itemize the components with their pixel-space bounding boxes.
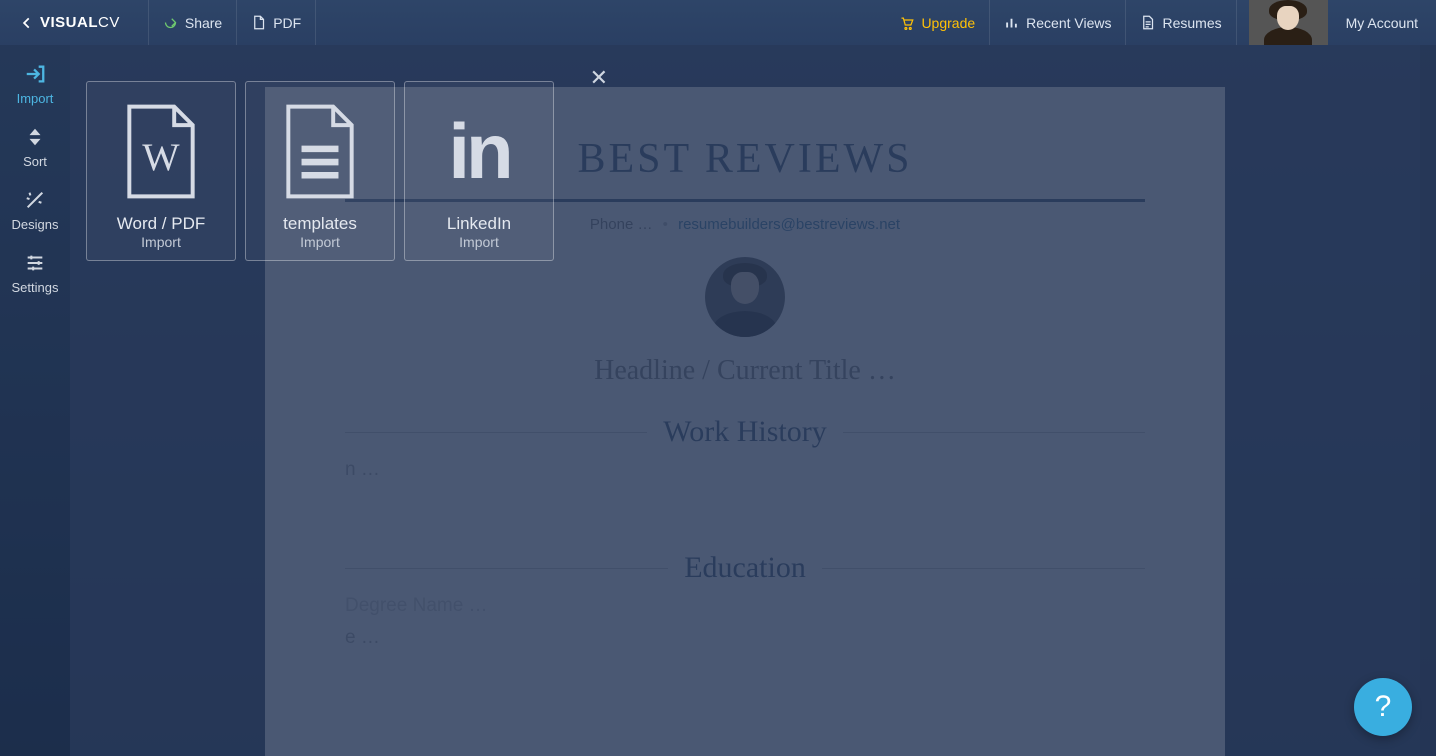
card-title: Word / PDF	[117, 214, 205, 234]
close-button[interactable]: ✕	[590, 65, 608, 91]
file-icon	[251, 15, 266, 30]
logo-text: VISUALCV	[40, 14, 120, 31]
sidebar: Import Sort Designs Settings	[0, 45, 70, 756]
card-title: templates	[283, 214, 357, 234]
avatar[interactable]	[1249, 0, 1328, 45]
linkedin-icon: in	[448, 120, 509, 182]
resumes-button[interactable]: Resumes	[1138, 15, 1223, 31]
bar-chart-icon	[1004, 15, 1019, 30]
word-file-icon: W	[121, 104, 201, 199]
card-subtitle: Import	[141, 234, 181, 250]
import-card-word-pdf[interactable]: W Word / PDF Import	[86, 81, 236, 261]
divider	[148, 0, 149, 45]
sidebar-item-designs[interactable]: Designs	[12, 189, 59, 232]
sidebar-item-label: Sort	[23, 154, 47, 169]
magic-wand-icon	[24, 189, 46, 211]
share-button[interactable]: Share	[161, 15, 224, 31]
chevron-left-icon	[20, 16, 34, 30]
divider	[1236, 0, 1237, 45]
sidebar-item-label: Settings	[12, 280, 59, 295]
close-icon: ✕	[590, 65, 608, 90]
divider	[315, 0, 316, 45]
import-card-templates[interactable]: templates Import	[245, 81, 395, 261]
sort-icon	[24, 126, 46, 148]
recent-views-button[interactable]: Recent Views	[1002, 15, 1113, 31]
templates-file-icon	[280, 104, 360, 199]
logo[interactable]: VISUALCV	[20, 14, 120, 31]
sidebar-item-import[interactable]: Import	[17, 63, 54, 106]
share-icon	[163, 15, 178, 30]
svg-text:W: W	[142, 134, 180, 178]
pdf-button[interactable]: PDF	[249, 15, 303, 31]
import-card-linkedin[interactable]: in LinkedIn Import	[404, 81, 554, 261]
upgrade-button[interactable]: Upgrade	[897, 15, 977, 31]
document-icon	[1140, 15, 1155, 30]
divider	[989, 0, 990, 45]
upgrade-label: Upgrade	[921, 15, 975, 31]
cart-icon	[899, 15, 914, 30]
share-label: Share	[185, 15, 222, 31]
divider	[1125, 0, 1126, 45]
sidebar-item-label: Designs	[12, 217, 59, 232]
import-icon	[24, 63, 46, 85]
sidebar-item-settings[interactable]: Settings	[12, 252, 59, 295]
help-icon: ?	[1375, 690, 1392, 724]
divider	[236, 0, 237, 45]
sliders-icon	[24, 252, 46, 274]
card-title: LinkedIn	[447, 214, 511, 234]
pdf-label: PDF	[273, 15, 301, 31]
recent-views-label: Recent Views	[1026, 15, 1111, 31]
topbar: VISUALCV Share PDF Upgrade Recent Views …	[0, 0, 1436, 45]
import-panel: ✕ W Word / PDF Import templates Import	[70, 45, 620, 756]
card-subtitle: Import	[300, 234, 340, 250]
resumes-label: Resumes	[1162, 15, 1221, 31]
help-button[interactable]: ?	[1354, 678, 1412, 736]
sidebar-item-sort[interactable]: Sort	[23, 126, 47, 169]
my-account-link[interactable]: My Account	[1328, 15, 1436, 31]
sidebar-item-label: Import	[17, 91, 54, 106]
card-subtitle: Import	[459, 234, 499, 250]
